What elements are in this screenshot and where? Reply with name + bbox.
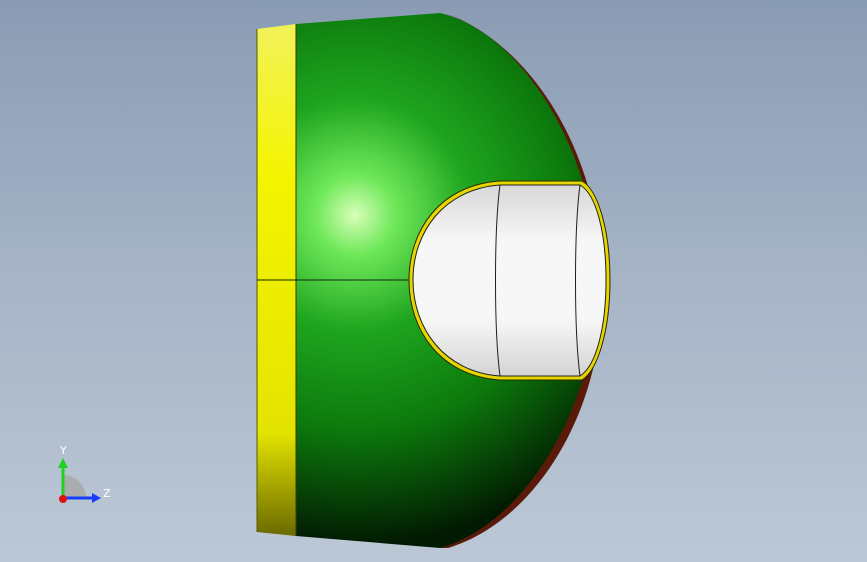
triad-quadrant xyxy=(63,475,86,498)
3d-viewport[interactable]: Y Z xyxy=(0,0,867,562)
y-axis-label: Y xyxy=(59,444,67,457)
z-axis-label: Z xyxy=(103,487,111,500)
orientation-triad: Y Z xyxy=(58,444,111,503)
z-axis-arrow xyxy=(92,493,101,503)
y-axis-arrow xyxy=(58,458,68,468)
model-scene[interactable] xyxy=(0,0,867,562)
x-axis-dot xyxy=(59,495,67,503)
